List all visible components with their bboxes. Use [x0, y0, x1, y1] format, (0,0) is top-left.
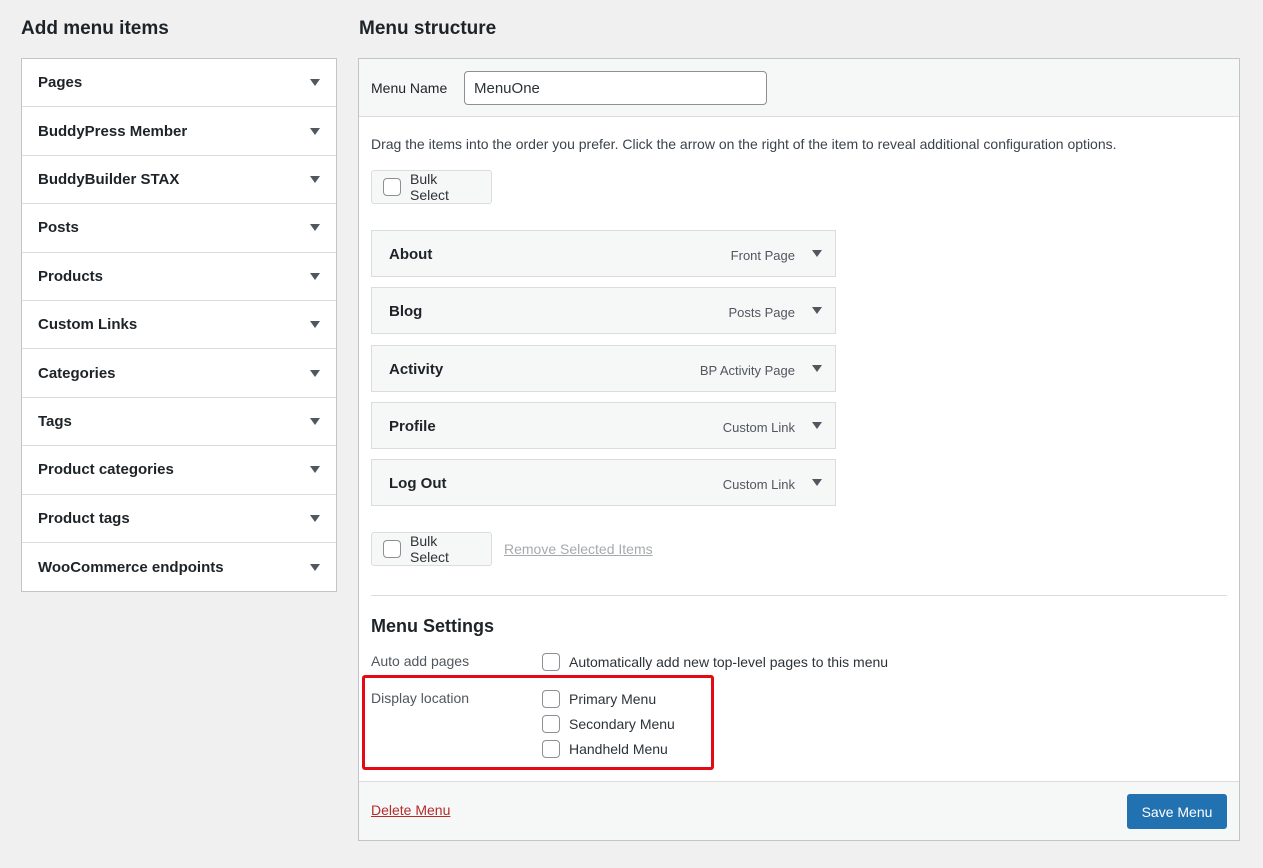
caret-down-icon[interactable] — [812, 422, 822, 429]
auto-add-checkbox[interactable] — [542, 653, 560, 671]
accordion-tags[interactable]: Tags — [22, 398, 336, 447]
bulk-select-top[interactable]: Bulk Select — [371, 170, 492, 204]
accordion-product-categories[interactable]: Product categories — [22, 446, 336, 495]
caret-down-icon — [310, 127, 320, 135]
menu-name-input[interactable] — [464, 71, 767, 105]
menu-item-type: Custom Link — [722, 420, 795, 435]
accordion-buddypress-member[interactable]: BuddyPress Member — [22, 107, 336, 156]
accordion-categories[interactable]: Categories — [22, 349, 336, 398]
caret-down-icon — [310, 514, 320, 522]
auto-add-option-label: Automatically add new top-level pages to… — [569, 654, 889, 670]
menu-item-blog[interactable]: Blog Posts Page — [371, 287, 836, 334]
caret-down-icon — [310, 466, 320, 474]
menu-item-type: Posts Page — [728, 305, 796, 320]
menu-item-title: Log Out — [389, 475, 447, 492]
caret-down-icon — [310, 175, 320, 183]
menu-footer-bar: Delete Menu Save Menu — [359, 781, 1239, 840]
auto-add-pages-label: Auto add pages — [371, 653, 470, 669]
accordion-label: BuddyPress Member — [38, 122, 188, 140]
menu-item-type: Front Page — [730, 248, 795, 263]
accordion-label: Custom Links — [38, 316, 138, 334]
accordion-custom-links[interactable]: Custom Links — [22, 301, 336, 350]
accordion-product-tags[interactable]: Product tags — [22, 495, 336, 543]
menu-item-title: Blog — [389, 303, 423, 320]
menu-item-type: BP Activity Page — [699, 363, 795, 378]
bulk-select-label: Bulk Select — [410, 171, 449, 203]
accordion-label: WooCommerce endpoints — [38, 558, 224, 576]
accordion-label: Categories — [38, 364, 116, 382]
caret-down-icon[interactable] — [812, 307, 822, 314]
accordion-products[interactable]: Products — [22, 253, 336, 301]
add-menu-items-title: Add menu items — [21, 18, 169, 39]
menu-item-about[interactable]: About Front Page — [371, 230, 836, 277]
menu-item-title: Activity — [389, 361, 444, 378]
menu-settings-title: Menu Settings — [371, 616, 495, 636]
display-location-highlight-box — [362, 675, 714, 770]
accordion-label: Product tags — [38, 509, 130, 527]
caret-down-icon — [310, 563, 320, 571]
bulk-select-label: Bulk Select — [410, 533, 449, 565]
caret-down-icon — [310, 321, 320, 329]
accordion-buddybuilder-stax[interactable]: BuddyBuilder STAX — [22, 156, 336, 205]
caret-down-icon[interactable] — [812, 250, 822, 257]
menu-name-label: Menu Name — [371, 80, 448, 96]
caret-down-icon — [310, 417, 320, 425]
accordion-woocommerce-endpoints[interactable]: WooCommerce endpoints — [22, 543, 336, 591]
caret-down-icon[interactable] — [812, 479, 822, 486]
caret-down-icon — [310, 369, 320, 377]
menu-name-bar: Menu Name — [359, 59, 1239, 117]
menu-item-log-out[interactable]: Log Out Custom Link — [371, 459, 836, 506]
accordion-label: Products — [38, 267, 104, 285]
auto-add-option[interactable]: Automatically add new top-level pages to… — [542, 653, 888, 671]
caret-down-icon[interactable] — [812, 365, 822, 372]
menu-item-title: Profile — [389, 418, 436, 435]
menu-item-profile[interactable]: Profile Custom Link — [371, 402, 836, 449]
menu-structure-panel: Menu Name Drag the items into the order … — [358, 58, 1240, 841]
remove-selected-items-link[interactable]: Remove Selected Items — [504, 541, 653, 557]
menu-item-title: About — [389, 246, 433, 263]
bulk-select-checkbox[interactable] — [383, 540, 401, 558]
divider — [371, 595, 1227, 596]
accordion-label: Posts — [38, 219, 79, 237]
add-menu-items-accordion: Pages BuddyPress Member BuddyBuilder STA… — [21, 58, 337, 593]
menu-item-type: Custom Link — [722, 477, 795, 492]
drag-instructions: Drag the items into the order you prefer… — [371, 136, 1117, 152]
accordion-label: Pages — [38, 74, 83, 92]
save-menu-button[interactable]: Save Menu — [1127, 794, 1227, 829]
menu-item-activity[interactable]: Activity BP Activity Page — [371, 345, 836, 392]
accordion-label: Product categories — [38, 461, 174, 479]
caret-down-icon — [310, 79, 320, 87]
menu-structure-title: Menu structure — [359, 18, 497, 39]
bulk-select-checkbox[interactable] — [383, 178, 401, 196]
bulk-select-bottom[interactable]: Bulk Select — [371, 532, 492, 566]
accordion-label: Tags — [38, 412, 72, 430]
delete-menu-link[interactable]: Delete Menu — [371, 802, 450, 818]
accordion-label: BuddyBuilder STAX — [38, 170, 180, 188]
accordion-posts[interactable]: Posts — [22, 204, 336, 253]
caret-down-icon — [310, 224, 320, 232]
accordion-pages[interactable]: Pages — [22, 59, 336, 108]
caret-down-icon — [310, 272, 320, 280]
